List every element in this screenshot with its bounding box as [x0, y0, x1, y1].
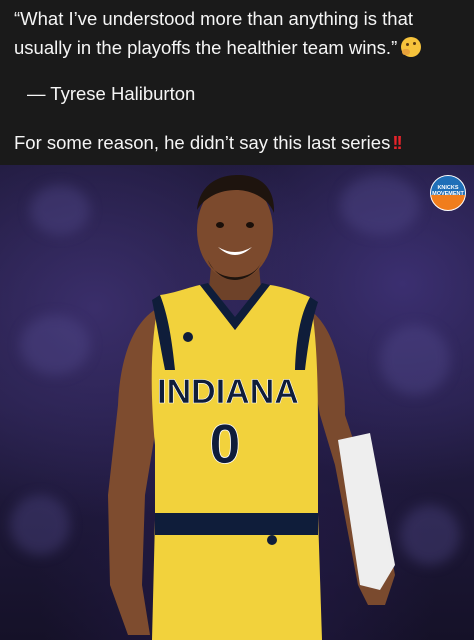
jersey-number-text: 0: [209, 412, 240, 475]
post-card: “What I’ve understood more than anything…: [0, 0, 474, 640]
player-figure: INDIANA 0: [108, 175, 395, 640]
comment-text: For some reason, he didn’t say this last…: [14, 130, 403, 156]
player-photo[interactable]: INDIANA 0: [0, 165, 474, 640]
jersey-team-text: INDIANA: [157, 373, 299, 411]
double-exclamation-icon: !!: [392, 132, 402, 153]
knicks-movement-logo: KNICKS MOVEMENT: [430, 175, 466, 211]
post-text: “What I’ve understood more than anything…: [0, 0, 474, 165]
logo-line2: MOVEMENT: [432, 191, 464, 197]
comment-body: For some reason, he didn’t say this last…: [14, 132, 391, 153]
jumpman-logo-icon: [183, 332, 193, 342]
quote-attribution: — Tyrese Haliburton: [27, 83, 196, 104]
jumpman-logo-icon-shorts: [267, 535, 277, 545]
thinking-face-icon: [401, 37, 422, 57]
quote-body: “What I’ve understood more than anything…: [14, 8, 413, 58]
quote-text: “What I’ve understood more than anything…: [14, 4, 464, 62]
